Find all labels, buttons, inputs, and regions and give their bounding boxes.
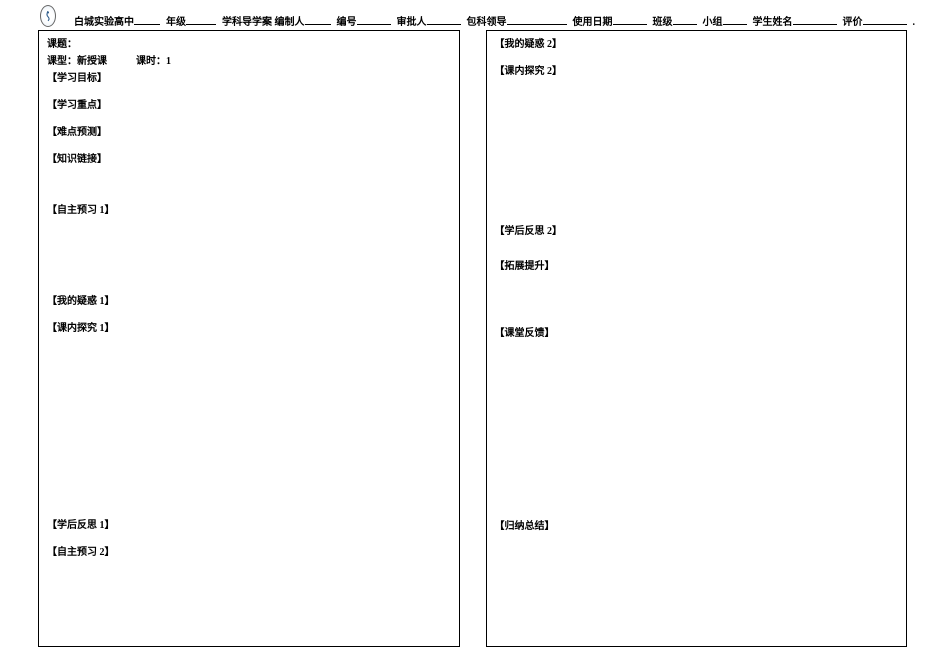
field-dept-leader-label: 包科领导 bbox=[467, 13, 507, 28]
topic-label: 课题： bbox=[47, 39, 77, 50]
field-underline bbox=[357, 15, 391, 25]
section-learning-goals: 【学习目标】 bbox=[47, 69, 451, 84]
content-area: 课题： 课型：新授课 课时：1 【学习目标】 【学习重点】 【难点预测】 【知识… bbox=[0, 30, 945, 657]
field-underline bbox=[507, 15, 567, 25]
section-post-reflection-2: 【学后反思 2】 bbox=[495, 222, 899, 237]
right-panel: 【我的疑惑 2】 【课内探究 2】 【学后反思 2】 【拓展提升】 【课堂反馈】… bbox=[486, 30, 908, 647]
field-grade-label: 年级 bbox=[166, 13, 186, 28]
section-post-reflection-1: 【学后反思 1】 bbox=[47, 516, 451, 531]
field-underline bbox=[427, 15, 461, 25]
field-student-name-label: 学生姓名 bbox=[753, 13, 793, 28]
field-underline bbox=[613, 15, 647, 25]
left-panel: 课题： 课型：新授课 课时：1 【学习目标】 【学习重点】 【难点预测】 【知识… bbox=[38, 30, 460, 647]
section-self-preview-2: 【自主预习 2】 bbox=[47, 543, 451, 558]
header-fields: 白城实验高中 年级 学科导学案 编制人 编号 审批人 包科领导 使用日期 班级 bbox=[74, 13, 915, 28]
period-label: 课时： bbox=[136, 56, 166, 67]
section-learning-focus: 【学习重点】 bbox=[47, 96, 451, 111]
field-underline bbox=[793, 15, 837, 25]
field-underline bbox=[723, 15, 747, 25]
field-evaluation-label: 评价 bbox=[843, 13, 863, 28]
section-difficulty-prediction: 【难点预测】 bbox=[47, 123, 451, 138]
section-summary: 【归纳总结】 bbox=[495, 517, 899, 532]
period-value: 1 bbox=[166, 56, 171, 67]
field-number-label: 编号 bbox=[337, 13, 357, 28]
field-group-label: 小组 bbox=[703, 13, 723, 28]
field-underline bbox=[305, 15, 331, 25]
section-in-class-inquiry-1: 【课内探究 1】 bbox=[47, 319, 451, 334]
school-name: 白城实验高中 bbox=[74, 13, 134, 28]
field-class-label: 班级 bbox=[653, 13, 673, 28]
field-approver-label: 审批人 bbox=[397, 13, 427, 28]
field-underline bbox=[186, 15, 216, 25]
field-underline bbox=[673, 15, 697, 25]
section-self-preview-1: 【自主预习 1】 bbox=[47, 201, 451, 216]
field-underline bbox=[134, 15, 160, 25]
section-knowledge-link: 【知识链接】 bbox=[47, 150, 451, 165]
section-in-class-inquiry-2: 【课内探究 2】 bbox=[495, 62, 899, 77]
section-my-doubts-1: 【我的疑惑 1】 bbox=[47, 292, 451, 307]
type-period-line: 课型：新授课 课时：1 bbox=[47, 52, 451, 67]
school-logo bbox=[40, 5, 56, 27]
topic-line: 课题： bbox=[47, 35, 451, 50]
field-use-date-label: 使用日期 bbox=[573, 13, 613, 28]
section-classroom-feedback: 【课堂反馈】 bbox=[495, 324, 899, 339]
field-underline bbox=[863, 15, 907, 25]
type-label: 课型： bbox=[47, 56, 77, 67]
section-extension: 【拓展提升】 bbox=[495, 257, 899, 272]
type-value: 新授课 bbox=[77, 56, 107, 67]
section-my-doubts-2: 【我的疑惑 2】 bbox=[495, 35, 899, 50]
trailing-dot: . bbox=[913, 17, 916, 28]
field-subject-author-label: 学科导学案 编制人 bbox=[222, 13, 305, 28]
header-row: 白城实验高中 年级 学科导学案 编制人 编号 审批人 包科领导 使用日期 班级 bbox=[0, 0, 945, 30]
